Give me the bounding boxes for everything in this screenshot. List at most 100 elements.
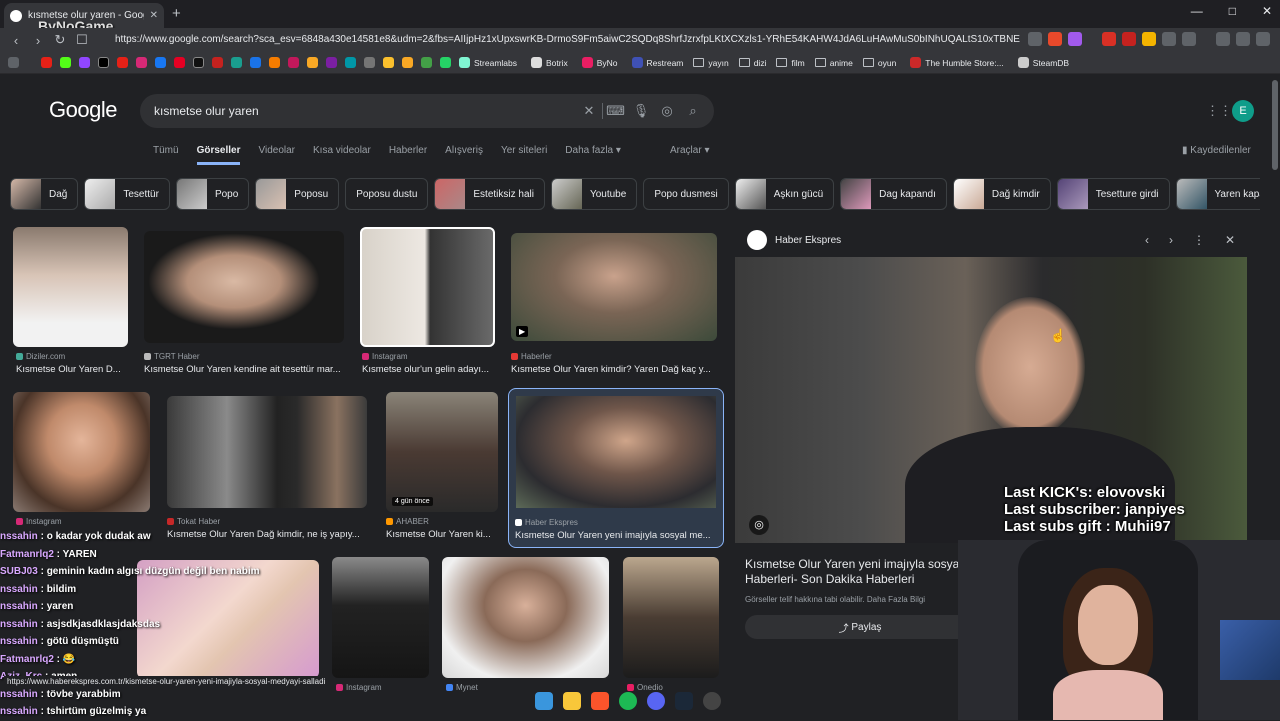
- new-tab-button[interactable]: +: [172, 5, 181, 22]
- tab-videos[interactable]: Videolar: [258, 145, 295, 165]
- bookmark-humble[interactable]: The Humble Store:...: [906, 57, 1004, 68]
- chip[interactable]: Poposu dustu: [345, 178, 429, 210]
- x-bookmark-icon[interactable]: [98, 57, 109, 68]
- brave-browser-icon[interactable]: [591, 692, 609, 710]
- leo-ai-icon[interactable]: [1236, 32, 1250, 46]
- result-image[interactable]: [332, 557, 429, 678]
- search-query[interactable]: kısmetse olur yaren: [154, 104, 576, 118]
- search-input[interactable]: kısmetse olur yaren ✕ ⌨ 🎙 ◎ ⌕: [140, 94, 714, 128]
- youtube2-bookmark-icon[interactable]: [117, 57, 128, 68]
- bookmark-icon[interactable]: ☐: [72, 32, 92, 48]
- spotify-icon[interactable]: [619, 692, 637, 710]
- address-bar[interactable]: https://www.google.com/search?sca_esv=68…: [115, 31, 1020, 49]
- result-caption[interactable]: Kısmetse Olur Yaren ki...: [386, 529, 498, 540]
- search-icon[interactable]: ⌕: [680, 103, 706, 119]
- extensions-puzzle-icon[interactable]: [1162, 32, 1176, 46]
- result-source[interactable]: Diziler.com: [16, 352, 65, 361]
- tab-all[interactable]: Tümü: [153, 145, 179, 165]
- tools-button[interactable]: Araçlar ▾: [670, 145, 709, 156]
- result-image[interactable]: [623, 557, 719, 678]
- bookmark-folder-yayin[interactable]: yayın: [693, 58, 729, 68]
- bookmark-streamlabs[interactable]: Streamlabs: [455, 57, 517, 68]
- downloads-icon[interactable]: [1182, 32, 1196, 46]
- maximize-button[interactable]: □: [1229, 4, 1236, 18]
- result-source[interactable]: Instagram: [362, 352, 408, 361]
- tab-web[interactable]: Yer siteleri: [501, 145, 547, 165]
- bookmark-folder-film[interactable]: film: [776, 58, 805, 68]
- facebook-bookmark-icon[interactable]: [155, 57, 166, 68]
- result-source[interactable]: Haber Ekspres: [515, 518, 578, 527]
- bookmark-byno[interactable]: ByNo: [578, 57, 618, 68]
- reload-icon[interactable]: ↻: [50, 32, 70, 48]
- chip[interactable]: Youtube: [550, 178, 638, 210]
- microphone-icon[interactable]: 🎙: [628, 103, 654, 119]
- share-button[interactable]: ⤴ Paylaş: [745, 615, 975, 639]
- chip[interactable]: Popo dusmesi: [643, 178, 729, 210]
- windows-start-icon[interactable]: [535, 692, 553, 710]
- gmail-icon[interactable]: [1102, 32, 1116, 46]
- result-caption[interactable]: Kısmetse Olur Yaren kendine ait tesettür…: [144, 364, 344, 375]
- instagram-bookmark-icon[interactable]: [136, 57, 147, 68]
- file-explorer-icon[interactable]: [563, 692, 581, 710]
- bookmark-steamdb[interactable]: SteamDB: [1014, 57, 1069, 68]
- tab-short-videos[interactable]: Kısa videolar: [313, 145, 371, 165]
- result-source[interactable]: Haberler: [511, 352, 552, 361]
- bookmark-yellow-icon[interactable]: [383, 57, 394, 68]
- tab-news[interactable]: Haberler: [389, 145, 427, 165]
- page-scrollbar[interactable]: [1272, 80, 1278, 170]
- result-caption[interactable]: Kısmetse Olur Yaren yeni imajıyla sosyal…: [515, 530, 717, 541]
- bookmark-folder-dizi[interactable]: dizi: [738, 58, 766, 68]
- clear-icon[interactable]: ✕: [576, 103, 602, 119]
- minimize-button[interactable]: —: [1191, 4, 1203, 18]
- keyboard-icon[interactable]: ⌨: [602, 103, 628, 119]
- bookmark-green-icon[interactable]: [421, 57, 432, 68]
- close-icon[interactable]: ✕: [1225, 233, 1235, 247]
- menu-icon[interactable]: [1256, 32, 1270, 46]
- tab-images[interactable]: Görseller: [196, 145, 241, 165]
- bookmark-teal-icon[interactable]: [231, 57, 242, 68]
- share-icon[interactable]: [1028, 32, 1042, 46]
- bookmark-magenta-icon[interactable]: [288, 57, 299, 68]
- music-icon[interactable]: [1216, 32, 1230, 46]
- chip[interactable]: Yaren kapali: [1175, 178, 1260, 210]
- bookmark-orange-icon[interactable]: [269, 57, 280, 68]
- result-source[interactable]: Mynet: [446, 683, 478, 692]
- lens-icon[interactable]: ◎: [654, 103, 680, 119]
- bookmark-botrix[interactable]: Botrix: [527, 57, 568, 68]
- chip[interactable]: Poposu: [255, 178, 340, 210]
- chip[interactable]: Tesettür: [84, 178, 170, 210]
- result-image[interactable]: [13, 227, 128, 347]
- whatsapp-bookmark-icon[interactable]: [440, 57, 451, 68]
- previous-icon[interactable]: ‹: [1145, 233, 1149, 247]
- chip[interactable]: Dağ kimdir: [952, 178, 1051, 210]
- preview-source[interactable]: Haber Ekspres: [775, 235, 841, 246]
- twitch-bookmark-icon[interactable]: [79, 57, 90, 68]
- result-image[interactable]: [442, 557, 609, 678]
- close-window-button[interactable]: ✕: [1262, 4, 1272, 18]
- result-image-selected[interactable]: Haber Ekspres Kısmetse Olur Yaren yeni i…: [508, 388, 724, 548]
- extension-red-icon[interactable]: [1122, 32, 1136, 46]
- avatar[interactable]: E: [1232, 100, 1254, 122]
- tab-shopping[interactable]: Alışveriş: [445, 145, 483, 165]
- bookmark-blue-icon[interactable]: [250, 57, 261, 68]
- youtube-bookmark-icon[interactable]: [41, 57, 52, 68]
- chip[interactable]: Dag kapandı: [840, 178, 947, 210]
- bookmark-folder-oyun[interactable]: oyun: [862, 58, 896, 68]
- apps-icon[interactable]: [8, 57, 19, 68]
- discord-icon[interactable]: [647, 692, 665, 710]
- brave-rewards-icon[interactable]: [1068, 32, 1082, 46]
- result-caption[interactable]: Kısmetse Olur Yaren D...: [16, 364, 131, 375]
- google-logo[interactable]: Google: [49, 97, 117, 123]
- steam-icon[interactable]: [675, 692, 693, 710]
- result-source[interactable]: Tokat Haber: [167, 517, 220, 526]
- result-image[interactable]: [167, 396, 367, 508]
- bookmark-folder-anime[interactable]: anime: [814, 58, 853, 68]
- license-note[interactable]: Görseller telif hakkına tabi olabilir. D…: [745, 595, 925, 604]
- close-tab-icon[interactable]: ✕: [150, 10, 158, 21]
- chip[interactable]: Aşkın gücü: [734, 178, 835, 210]
- result-image[interactable]: [144, 231, 344, 343]
- chip[interactable]: Popo: [175, 178, 250, 210]
- chip[interactable]: Dağ: [10, 178, 79, 210]
- next-icon[interactable]: ›: [1169, 233, 1173, 247]
- bookmark-gold2-icon[interactable]: [402, 57, 413, 68]
